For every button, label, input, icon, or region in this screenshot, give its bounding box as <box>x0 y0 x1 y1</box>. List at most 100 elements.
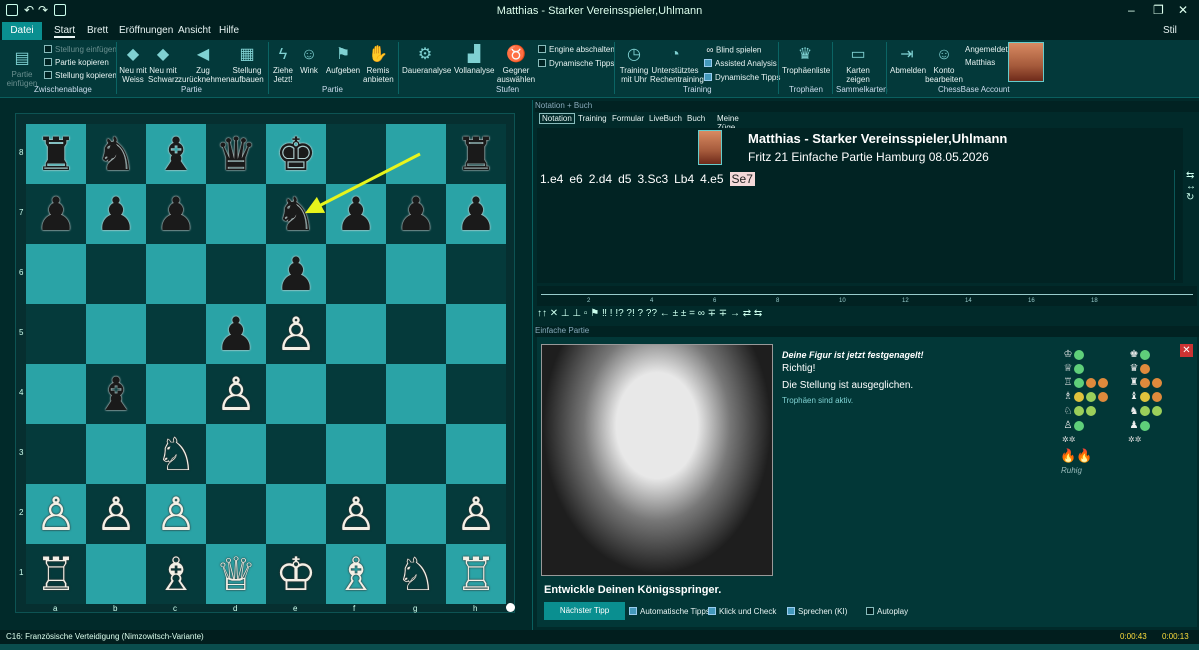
piece-e8[interactable]: ♚ <box>266 124 326 184</box>
piece-g1[interactable]: ♘ <box>386 544 446 604</box>
dynamische-tipps2-checkbox[interactable]: Dynamische Tipps <box>704 73 780 82</box>
piece-a2[interactable]: ♙ <box>26 484 86 544</box>
square-c4[interactable] <box>146 364 206 424</box>
piece-a1[interactable]: ♖ <box>26 544 86 604</box>
move[interactable]: e6 <box>569 172 582 186</box>
checkbox[interactable] <box>708 607 716 615</box>
piece-g7[interactable]: ♟ <box>386 184 446 244</box>
square-b1[interactable] <box>86 544 146 604</box>
chess-board[interactable]: ♜ ♞ ♝ ♛ ♚ ♜ ♟ ♟ ♟ ♞ ♟ ♟ ♟ ♟ ♟ ♙ ♝ ♙ ♘ ♙ ♙ ♙ ♙ ♙ ♖ ♗ ♕ ♔ ♗ ♘ ♖ <box>15 113 515 613</box>
piece-f7[interactable]: ♟ <box>326 184 386 244</box>
piece-c3[interactable]: ♘ <box>146 424 206 484</box>
piece-f1[interactable]: ♗ <box>326 544 386 604</box>
square-b5[interactable] <box>86 304 146 364</box>
piece-e1[interactable]: ♔ <box>266 544 326 604</box>
square-h5[interactable] <box>446 304 506 364</box>
square-g4[interactable] <box>386 364 446 424</box>
tab-livebuch[interactable]: LiveBuch <box>649 114 682 123</box>
daueranalyse-button[interactable]: ⚙ Daueranalyse <box>402 46 451 75</box>
square-f3[interactable] <box>326 424 386 484</box>
karten-zeigen-button[interactable]: ▭ Karten zeigen <box>840 46 876 84</box>
coach-option[interactable]: Autoplay <box>866 607 908 616</box>
move-timeline[interactable]: 2 4 6 8 10 12 14 16 18 <box>537 286 1197 306</box>
piece-a8[interactable]: ♜ <box>26 124 86 184</box>
close-coach-icon[interactable]: ✕ <box>1180 344 1193 357</box>
piece-c7[interactable]: ♟ <box>146 184 206 244</box>
annotation-toolbar[interactable]: ↑↑ ✕ ⊥ ⊥ ▫ ⚑ ‼ ! !? ?! ? ?? ← ± ± = ∞ ∓ … <box>537 308 1057 322</box>
user-avatar[interactable] <box>1008 42 1044 82</box>
coach-option[interactable]: Klick und Check <box>708 607 776 616</box>
piece-b8[interactable]: ♞ <box>86 124 146 184</box>
aufgeben-button[interactable]: ⚑ Aufgeben <box>324 46 362 75</box>
square-h3[interactable] <box>446 424 506 484</box>
menu-eroeffnungen[interactable]: Eröffnungen <box>119 25 173 36</box>
piece-h7[interactable]: ♟ <box>446 184 506 244</box>
piece-h1[interactable]: ♖ <box>446 544 506 604</box>
square-d6[interactable] <box>206 244 266 304</box>
menu-hilfe[interactable]: Hilfe <box>219 25 239 36</box>
move[interactable]: d5 <box>618 172 631 186</box>
piece-h2[interactable]: ♙ <box>446 484 506 544</box>
square-d3[interactable] <box>206 424 266 484</box>
piece-f2[interactable]: ♙ <box>326 484 386 544</box>
square-e2[interactable] <box>266 484 326 544</box>
nav-arrow-icons[interactable]: ⇆ ↔ ↻ <box>1186 170 1196 203</box>
square-g5[interactable] <box>386 304 446 364</box>
piece-h8[interactable]: ♜ <box>446 124 506 184</box>
stellung-einfuegen-button[interactable]: Stellung einfügen <box>44 45 117 54</box>
zug-zurueck-button[interactable]: ◀ Zug zurücknehmen <box>178 46 230 84</box>
menu-datei[interactable]: Datei <box>2 22 42 40</box>
stellung-kopieren-button[interactable]: Stellung kopieren <box>44 71 117 80</box>
square-g8[interactable] <box>386 124 446 184</box>
square-g6[interactable] <box>386 244 446 304</box>
square-g3[interactable] <box>386 424 446 484</box>
abmelden-button[interactable]: ⇥ Abmelden <box>890 46 926 75</box>
coach-option[interactable]: Sprechen (KI) <box>787 607 847 616</box>
menu-ansicht[interactable]: Ansicht <box>178 25 211 36</box>
tab-notation[interactable]: Notation <box>539 113 575 124</box>
menu-start[interactable]: Start <box>54 25 76 38</box>
square-c5[interactable] <box>146 304 206 364</box>
assisted-analysis-checkbox[interactable]: Assisted Analysis <box>704 59 777 68</box>
piece-c8[interactable]: ♝ <box>146 124 206 184</box>
notation-scrollbar[interactable] <box>1174 170 1182 280</box>
menu-brett[interactable]: Brett <box>87 25 108 36</box>
square-e4[interactable] <box>266 364 326 424</box>
tab-buch[interactable]: Buch <box>687 114 705 123</box>
ziehe-jetzt-button[interactable]: ϟ Ziehe Jetzt! <box>270 46 296 84</box>
checkbox[interactable] <box>866 607 874 615</box>
minimize-icon[interactable]: – <box>1128 3 1135 17</box>
move[interactable]: 1.e4 <box>540 172 563 186</box>
piece-b4[interactable]: ♝ <box>86 364 146 424</box>
vollanalyse-button[interactable]: ▟ Vollanalyse <box>454 46 494 75</box>
piece-c2[interactable]: ♙ <box>146 484 206 544</box>
move[interactable]: 2.d4 <box>589 172 612 186</box>
remis-button[interactable]: ✋ Remis anbieten <box>363 46 394 84</box>
wink-button[interactable]: ☺ Wink <box>296 46 322 75</box>
piece-a7[interactable]: ♟ <box>26 184 86 244</box>
coach-option[interactable]: Automatische Tipps <box>629 607 710 616</box>
dynamische-tipps-checkbox[interactable]: Dynamische Tipps <box>538 59 614 68</box>
piece-c1[interactable]: ♗ <box>146 544 206 604</box>
square-d2[interactable] <box>206 484 266 544</box>
rechentraining-button[interactable]: ◔ Unterstütztes Rechentraining <box>650 46 704 84</box>
piece-e5[interactable]: ♙ <box>266 304 326 364</box>
piece-d1[interactable]: ♕ <box>206 544 266 604</box>
square-b3[interactable] <box>86 424 146 484</box>
engine-abschalten-checkbox[interactable]: Engine abschalten <box>538 45 615 54</box>
move[interactable]: 3.Sc3 <box>637 172 668 186</box>
maximize-icon[interactable]: ❐ <box>1153 3 1164 17</box>
square-a4[interactable] <box>26 364 86 424</box>
trophaeenliste-button[interactable]: ♛ Trophäenliste <box>782 46 830 75</box>
move[interactable]: Se7 <box>729 172 755 186</box>
next-tip-button[interactable]: Nächster Tipp <box>544 602 625 620</box>
square-f6[interactable] <box>326 244 386 304</box>
square-f5[interactable] <box>326 304 386 364</box>
square-e3[interactable] <box>266 424 326 484</box>
piece-e7[interactable]: ♞ <box>266 184 326 244</box>
square-a6[interactable] <box>26 244 86 304</box>
square-h4[interactable] <box>446 364 506 424</box>
tab-formular[interactable]: Formular <box>612 114 644 123</box>
square-g2[interactable] <box>386 484 446 544</box>
close-icon[interactable]: ✕ <box>1178 3 1188 17</box>
